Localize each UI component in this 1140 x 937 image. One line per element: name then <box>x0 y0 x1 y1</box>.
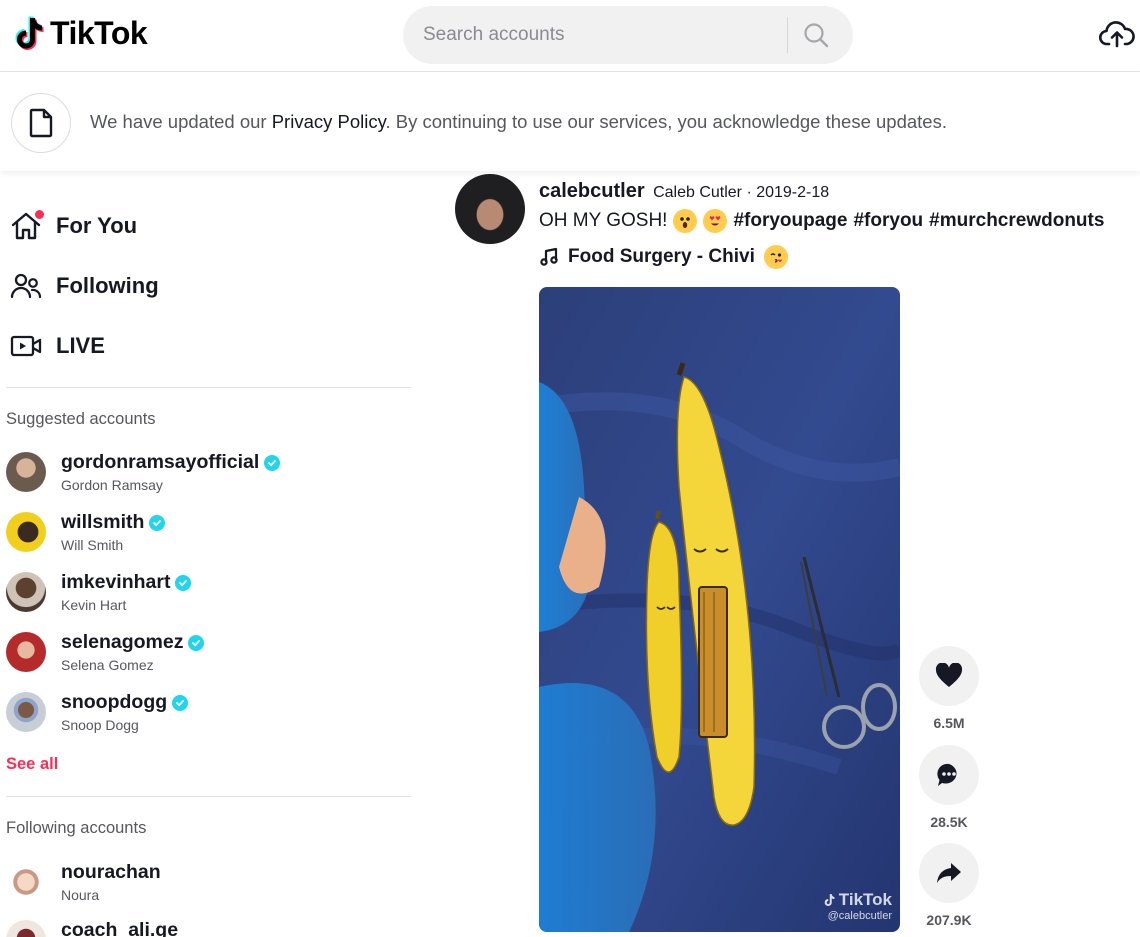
music-note-icon <box>540 247 558 266</box>
following-accounts-title: Following accounts <box>6 819 147 837</box>
suggested-account-item[interactable]: snoopdogg Snoop Dogg <box>6 691 406 740</box>
caption-text: OH MY GOSH! <box>539 210 668 231</box>
account-display-name: Gordon Ramsay <box>61 477 163 493</box>
sidebar: For You Following LIVE Suggested account… <box>0 172 420 937</box>
search-divider <box>787 17 788 53</box>
privacy-policy-link[interactable]: Privacy Policy <box>272 111 386 132</box>
like-button[interactable] <box>919 646 979 706</box>
share-arrow-icon <box>937 863 961 883</box>
see-all-link[interactable]: See all <box>6 755 58 774</box>
verified-badge-icon <box>175 574 192 591</box>
comment-button[interactable] <box>919 745 979 805</box>
verified-badge-icon <box>172 694 189 711</box>
upload-button[interactable] <box>1098 17 1136 51</box>
verified-badge-icon <box>264 454 281 471</box>
suggested-accounts-title: Suggested accounts <box>6 410 156 428</box>
post-author-avatar[interactable] <box>455 174 525 244</box>
search-bar <box>403 6 853 64</box>
live-icon <box>10 330 42 362</box>
kissing-face-emoji-icon <box>763 245 788 269</box>
logo-text: TikTok <box>50 14 148 51</box>
suggested-account-item[interactable]: willsmith Will Smith <box>6 511 406 560</box>
nav-label: Following <box>56 273 159 298</box>
heart-icon <box>935 663 963 687</box>
account-username: snoopdogg <box>61 691 189 714</box>
screaming-face-emoji-icon <box>673 209 698 233</box>
verified-badge-icon <box>149 514 166 531</box>
account-display-name: Will Smith <box>61 537 124 553</box>
comment-icon <box>937 763 957 786</box>
nav-live[interactable]: LIVE <box>10 330 105 362</box>
suggested-account-item[interactable]: selenagomez Selena Gomez <box>6 631 406 680</box>
following-account-item[interactable]: coach_ali.ge <box>6 919 406 937</box>
suggested-account-item[interactable]: gordonramsayofficial Gordon Ramsay <box>6 451 406 500</box>
account-display-name: Noura <box>61 887 100 903</box>
share-action: 207.9K <box>919 843 979 928</box>
cloud-upload-icon <box>1099 21 1135 48</box>
account-display-name: Kevin Hart <box>61 597 127 613</box>
banner-text-after: . By continuing to use our services, you… <box>385 111 947 132</box>
avatar <box>6 692 46 732</box>
music-title: Food Surgery - Chivi <box>568 246 755 267</box>
like-action: 6.5M <box>919 646 979 731</box>
video-player[interactable]: TikTok @calebcutler <box>539 287 900 932</box>
verified-badge-icon <box>188 634 205 651</box>
post-author-username[interactable]: calebcutler <box>539 180 645 202</box>
avatar <box>6 452 46 492</box>
comment-count: 28.5K <box>930 814 968 830</box>
post-caption: OH MY GOSH! #foryoupage #foryou #murchcr… <box>539 209 1104 233</box>
users-icon <box>10 270 42 302</box>
sidebar-divider <box>6 796 411 797</box>
banner-text-before: We have updated our <box>90 111 272 132</box>
avatar <box>6 512 46 552</box>
video-thumbnail <box>539 287 900 932</box>
avatar <box>6 632 46 672</box>
home-icon <box>10 210 44 242</box>
avatar <box>6 862 46 902</box>
nav-following[interactable]: Following <box>10 270 159 302</box>
account-username: willsmith <box>61 511 166 534</box>
notification-dot <box>35 210 44 219</box>
search-icon <box>804 23 829 48</box>
watermark-handle: @calebcutler <box>827 910 892 922</box>
banner-text: We have updated our Privacy Policy. By c… <box>90 111 947 133</box>
hashtag-link[interactable]: #foryoupage <box>733 210 847 232</box>
video-watermark: TikTok @calebcutler <box>822 890 892 922</box>
account-username: selenagomez <box>61 631 205 654</box>
post-music-link[interactable]: Food Surgery - Chivi <box>539 245 788 269</box>
account-username: gordonramsayofficial <box>61 451 281 474</box>
search-input[interactable] <box>403 6 783 64</box>
nav-label: For You <box>56 213 138 238</box>
search-button[interactable] <box>798 18 834 52</box>
document-icon <box>29 108 53 138</box>
hashtag-link[interactable]: #foryou <box>853 210 923 232</box>
watermark-title: TikTok <box>822 890 892 910</box>
tiktok-logo[interactable]: TikTok <box>10 14 148 52</box>
nav-for-you[interactable]: For You <box>10 210 137 242</box>
hashtag-link[interactable]: #murchcrewdonuts <box>929 210 1104 232</box>
heart-eyes-emoji-icon <box>703 209 728 233</box>
account-display-name: Selena Gomez <box>61 657 154 673</box>
top-header: TikTok <box>0 0 1140 72</box>
account-username: imkevinhart <box>61 571 192 594</box>
like-count: 6.5M <box>933 715 965 731</box>
share-button[interactable] <box>919 843 979 903</box>
privacy-banner: We have updated our Privacy Policy. By c… <box>0 73 1140 171</box>
comment-action: 28.5K <box>919 745 979 830</box>
account-username: nourachan <box>61 861 161 883</box>
avatar <box>6 572 46 612</box>
account-username: coach_ali.ge <box>61 919 179 937</box>
sidebar-divider <box>6 387 411 388</box>
following-account-item[interactable]: nourachan Noura <box>6 861 406 910</box>
account-display-name: Snoop Dogg <box>61 717 139 733</box>
tiktok-note-icon <box>15 16 44 50</box>
avatar <box>6 920 46 937</box>
document-icon-wrap <box>11 93 71 153</box>
post-header: calebcutler Caleb Cutler · 2019-2-18 <box>539 180 829 203</box>
suggested-account-item[interactable]: imkevinhart Kevin Hart <box>6 571 406 620</box>
post-author-meta: Caleb Cutler · 2019-2-18 <box>653 184 830 201</box>
share-count: 207.9K <box>926 912 972 928</box>
nav-label: LIVE <box>56 333 105 358</box>
tiktok-note-icon <box>824 894 835 907</box>
